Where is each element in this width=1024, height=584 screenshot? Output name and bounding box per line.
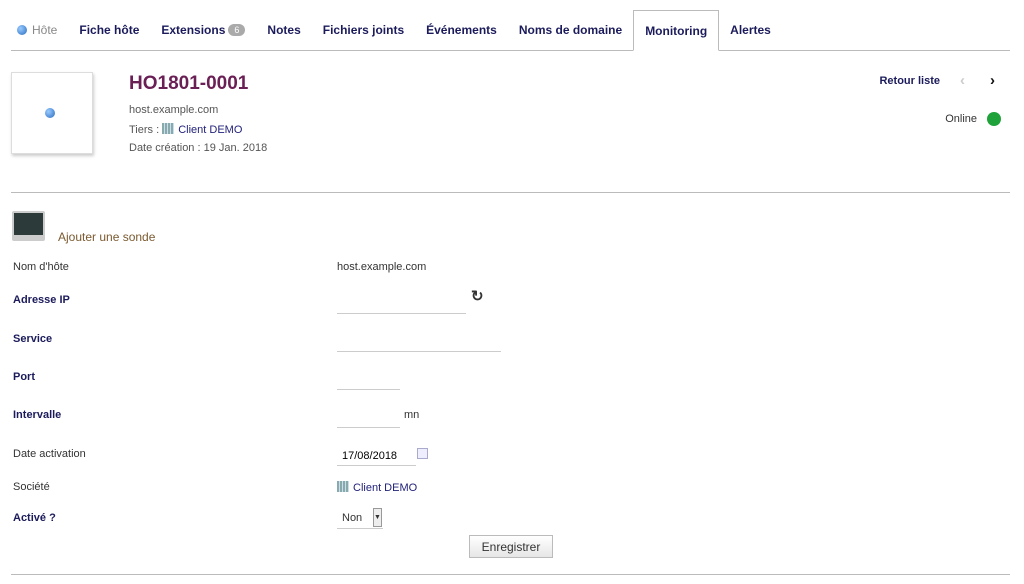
creation-date: Date création : 19 Jan. 2018 (129, 142, 268, 154)
port-input[interactable] (337, 370, 400, 390)
divider (11, 574, 1010, 575)
building-icon (337, 481, 349, 492)
tab-alerts[interactable]: Alertes (719, 10, 782, 50)
divider (11, 192, 1010, 193)
prev-button[interactable]: ‹ (960, 72, 965, 89)
tab-extensions[interactable]: Extensions 6 (150, 10, 256, 50)
monitor-icon (12, 211, 45, 241)
status-dot (987, 112, 1001, 126)
next-button[interactable]: › (990, 72, 995, 89)
tab-bar: Hôte Fiche hôte Extensions 6 Notes Fichie… (11, 10, 1010, 51)
ip-label: Adresse IP (13, 294, 70, 306)
interval-input[interactable] (337, 408, 400, 428)
service-label: Service (13, 333, 53, 345)
calendar-icon[interactable] (417, 448, 428, 459)
date-label: Date activation (13, 448, 86, 460)
active-value: Non (342, 512, 363, 524)
tab-files[interactable]: Fichiers joints (312, 10, 415, 50)
hostname-value: host.example.com (337, 261, 427, 273)
tab-label: Hôte (32, 23, 58, 37)
date-input[interactable] (337, 446, 416, 466)
form-title: Ajouter une sonde (58, 230, 156, 244)
status: Online (945, 112, 1001, 126)
tab-card[interactable]: Fiche hôte (68, 10, 150, 50)
company-value: Client DEMO (337, 481, 417, 494)
globe-icon (17, 25, 27, 35)
interval-label: Intervalle (13, 409, 62, 421)
tab-host[interactable]: Hôte (11, 10, 68, 50)
count-badge: 6 (228, 24, 246, 36)
status-label: Online (945, 113, 977, 125)
host-ref: HO1801-0001 (129, 73, 249, 94)
tab-events[interactable]: Événements (415, 10, 508, 50)
refresh-icon[interactable]: ↻ (471, 287, 484, 305)
tab-monitoring[interactable]: Monitoring (633, 10, 720, 51)
host-name: host.example.com (129, 104, 219, 116)
tab-label: Extensions (161, 23, 226, 37)
host-thumbnail (11, 72, 93, 154)
company-link[interactable]: Client DEMO (353, 482, 417, 494)
save-button[interactable]: Enregistrer (469, 535, 553, 558)
company-label: Société (13, 481, 50, 493)
interval-unit: mn (404, 409, 420, 421)
tiers-link[interactable]: Client DEMO (178, 124, 242, 136)
ip-input[interactable] (337, 294, 466, 314)
dropdown-arrow-icon: ▼ (373, 508, 382, 527)
back-to-list-link[interactable]: Retour liste (879, 75, 940, 87)
tab-notes[interactable]: Notes (256, 10, 311, 50)
tab-domains[interactable]: Noms de domaine (508, 10, 633, 50)
tiers-line: Tiers : Client DEMO (129, 123, 242, 136)
tiers-label: Tiers : (129, 124, 160, 136)
port-label: Port (13, 371, 35, 383)
active-select[interactable]: Non ▼ (337, 507, 383, 529)
service-input[interactable] (337, 332, 501, 352)
active-label: Activé ? (13, 512, 56, 524)
building-icon (162, 123, 175, 134)
hostname-label: Nom d'hôte (13, 261, 69, 273)
globe-icon (44, 108, 55, 118)
